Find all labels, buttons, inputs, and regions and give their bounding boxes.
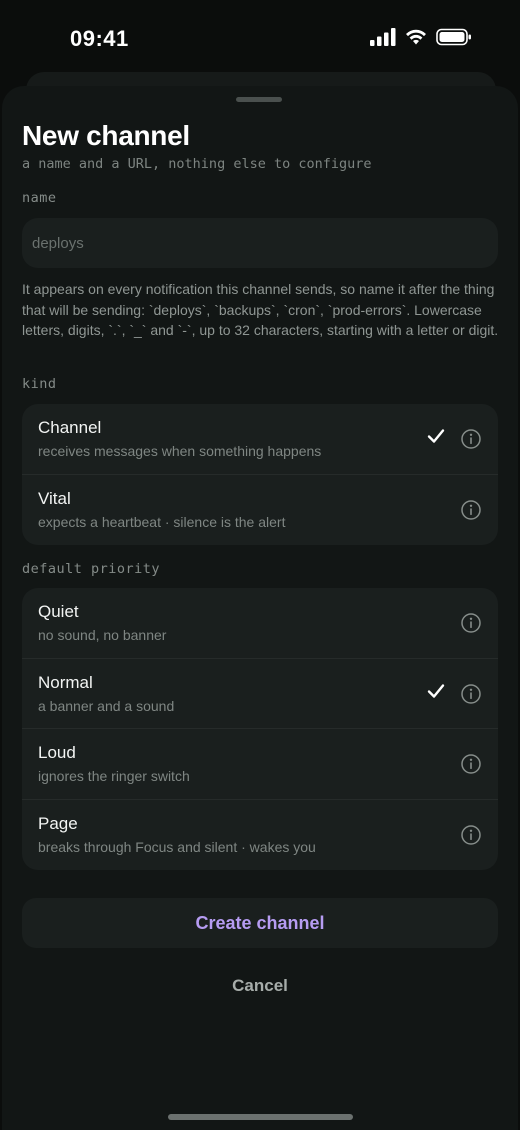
priority-options: Quiet no sound, no banner Normal a banne… [22, 588, 498, 870]
info-icon[interactable] [460, 683, 482, 705]
wifi-icon [406, 29, 426, 45]
info-icon[interactable] [460, 428, 482, 450]
priority-option-normal[interactable]: Normal a banner and a sound [22, 659, 498, 729]
name-help-text: It appears on every notification this ch… [22, 281, 499, 338]
cancel-button[interactable]: Cancel [180, 968, 340, 1004]
priority-option-loud[interactable]: Loud ignores the ringer switch [22, 729, 498, 800]
option-description: receives messages when something happens [38, 443, 322, 459]
status-bar: 09:41 [0, 0, 520, 76]
create-channel-button[interactable]: Create channel [22, 898, 498, 948]
checkmark-icon [427, 683, 445, 698]
status-time: 09:41 [70, 26, 129, 51]
option-label: Vital [38, 488, 71, 508]
option-label: Quiet [38, 602, 79, 621]
option-label: Channel [38, 418, 102, 437]
option-description: expects a heartbeat · silence is the ale… [38, 513, 286, 530]
home-indicator[interactable] [168, 1114, 353, 1120]
option-description: breaks through Focus and silent · wakes … [38, 838, 316, 855]
kind-option-vital[interactable]: Vital expects a heartbeat · silence is t… [22, 475, 498, 546]
checkmark-icon [427, 429, 445, 443]
sheet-grabber[interactable] [236, 97, 282, 102]
sheet-subtitle: a name and a URL, nothing else to config… [22, 156, 372, 172]
priority-label: default priority [22, 561, 161, 577]
kind-label: kind [22, 376, 57, 392]
option-description: no sound, no banner [38, 627, 167, 643]
priority-option-page[interactable]: Page breaks through Focus and silent · w… [22, 800, 498, 871]
info-icon[interactable] [460, 753, 482, 775]
option-description: a banner and a sound [38, 697, 175, 714]
name-input[interactable] [22, 218, 498, 268]
info-icon[interactable] [460, 612, 482, 634]
info-icon[interactable] [460, 499, 482, 521]
status-icons [370, 28, 472, 46]
option-description: ignores the ringer switch [38, 768, 190, 784]
option-label: Normal [38, 672, 93, 692]
battery-icon [436, 28, 471, 46]
info-icon[interactable] [460, 824, 482, 846]
name-label: name [22, 190, 57, 206]
option-label: Page [38, 813, 78, 833]
option-label: Loud [38, 743, 76, 762]
kind-option-channel[interactable]: Channel receives messages when something… [22, 404, 498, 475]
priority-option-quiet[interactable]: Quiet no sound, no banner [22, 588, 498, 659]
kind-options: Channel receives messages when something… [22, 404, 498, 545]
cellular-signal-icon [370, 28, 396, 46]
sheet-title: New channel [22, 120, 190, 151]
